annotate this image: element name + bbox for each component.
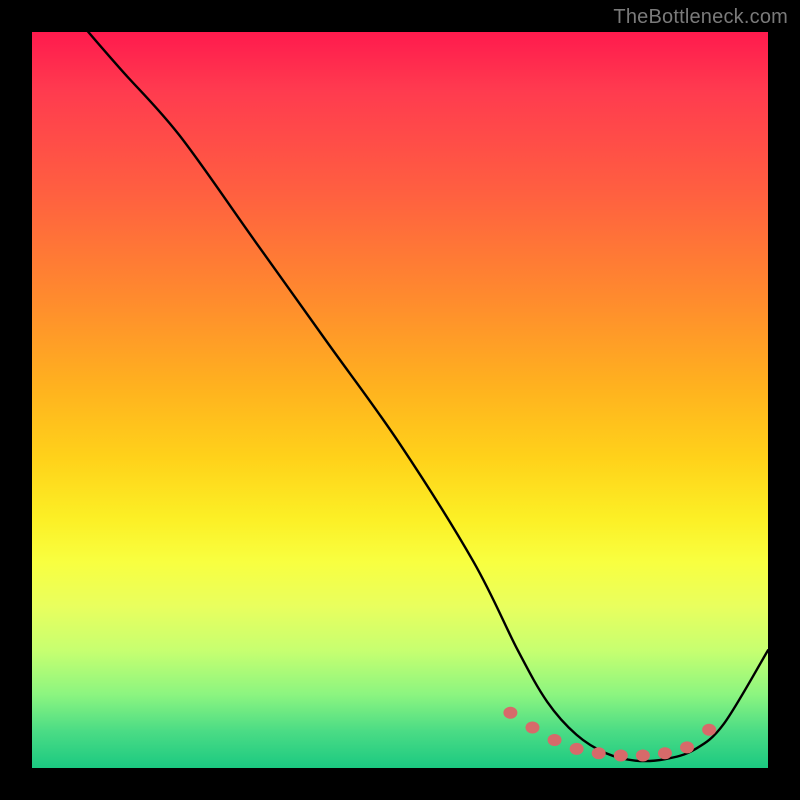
chart-frame: TheBottleneck.com <box>0 0 800 800</box>
watermark-text: TheBottleneck.com <box>613 6 788 29</box>
curve-marker <box>570 743 584 755</box>
plot-area <box>32 32 768 768</box>
curve-marker <box>636 749 650 761</box>
bottleneck-curve <box>32 0 768 761</box>
curve-marker <box>592 747 606 759</box>
curve-marker <box>503 707 517 719</box>
curve-marker <box>680 741 694 753</box>
curve-marker <box>658 747 672 759</box>
curve-marker <box>525 722 539 734</box>
curve-marker <box>702 724 716 736</box>
curve-marker <box>614 749 628 761</box>
curve-svg <box>32 32 768 768</box>
curve-marker <box>548 734 562 746</box>
